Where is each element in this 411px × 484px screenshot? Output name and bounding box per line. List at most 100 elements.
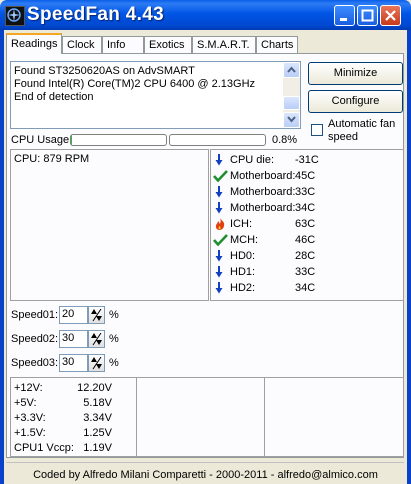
voltage-row: +5V: 5.18V (14, 397, 134, 412)
speed02-spinner[interactable] (88, 330, 105, 348)
temperature-row: Motherboard: 45C (213, 168, 393, 184)
tab-smart[interactable]: S.M.A.R.T. (192, 36, 256, 53)
temperature-row: Motherboard: 33C (213, 184, 393, 200)
status-bar: Coded by Alfredo Milani Comparetti - 200… (33, 469, 378, 481)
cpu-usage-fill (71, 135, 72, 145)
speed03-input[interactable]: 30 (59, 354, 88, 372)
speed02-input[interactable]: 30 (59, 330, 88, 348)
voltage-row: +12V: 12.20V (14, 382, 134, 397)
voltage-value: 1.19V (83, 442, 112, 454)
speed03-unit: % (109, 357, 119, 369)
maximize-icon (361, 9, 374, 22)
temperature-name: ICH: (230, 218, 252, 230)
arrow-down-icon (213, 185, 229, 199)
voltage-value: 5.18V (83, 397, 112, 409)
speed02-unit: % (109, 333, 119, 345)
temperature-value: 34C (295, 202, 316, 214)
window-minimize-button[interactable] (334, 5, 355, 26)
voltage-name: +1.5V: (14, 427, 46, 439)
voltage-value: 1.25V (83, 427, 112, 439)
scroll-up-button[interactable] (283, 62, 300, 78)
fan-reading: CPU: 879 RPM (14, 153, 90, 165)
temperature-name: Motherboard: (230, 186, 296, 198)
log-line: Found ST3250620AS on AdvSMART (14, 65, 195, 77)
log-line: Found Intel(R) Core(TM)2 CPU 6400 @ 2.13… (14, 78, 256, 90)
log-scrollbar[interactable] (283, 62, 300, 128)
spinner-arrows-icon (91, 332, 102, 346)
checkmark-icon (213, 233, 229, 247)
temperature-value: 45C (295, 170, 316, 182)
speed01-input[interactable]: 20 (59, 306, 88, 324)
window-frame-left (0, 30, 4, 484)
tab-charts[interactable]: Charts (256, 36, 298, 53)
spinner-arrows-icon (91, 308, 102, 322)
chevron-up-icon (287, 66, 296, 73)
temperature-value: 33C (295, 186, 316, 198)
arrow-down-icon (213, 265, 229, 279)
scroll-down-button[interactable] (283, 112, 300, 128)
tab-exotics[interactable]: Exotics (144, 36, 192, 53)
temperature-name: HD0: (230, 250, 256, 262)
minimize-button[interactable]: Minimize (308, 62, 403, 85)
temperature-value: 63C (295, 218, 316, 230)
temperature-row: HD0: 28C (213, 248, 393, 264)
temperature-value: 46C (295, 234, 316, 246)
speed01-spinner[interactable] (88, 306, 105, 324)
cpu-usage-meter-2 (169, 134, 266, 146)
voltage-value: 3.34V (83, 412, 112, 424)
speed03-label: Speed03: (11, 357, 59, 369)
automatic-fan-speed-checkbox[interactable] (311, 124, 323, 136)
temperature-name: MCH: (230, 234, 259, 246)
temperature-name: HD1: (230, 266, 256, 278)
voltage-row: +1.5V: 1.25V (14, 427, 134, 442)
temperature-row: HD2: 34C (213, 280, 393, 296)
detection-log[interactable]: Found ST3250620AS on AdvSMART Found Inte… (10, 61, 301, 129)
spinner-arrows-icon (91, 356, 102, 370)
voltage-column-divider (136, 378, 137, 456)
configure-button[interactable]: Configure (308, 90, 403, 113)
window-close-button[interactable] (380, 5, 401, 26)
speed03-spinner[interactable] (88, 354, 105, 372)
temperature-name: Motherboard: (230, 170, 296, 182)
tab-readings[interactable]: Readings (6, 33, 62, 54)
temperature-value: 34C (295, 282, 316, 294)
temperature-row: Motherboard: 34C (213, 200, 393, 216)
close-icon (385, 10, 396, 21)
temperature-row: HD1: 33C (213, 264, 393, 280)
tab-info[interactable]: Info (102, 36, 144, 53)
speed01-unit: % (109, 309, 119, 321)
checkmark-icon (213, 169, 229, 183)
arrow-down-icon (213, 281, 229, 295)
temperature-name: HD2: (230, 282, 256, 294)
temperature-value: 33C (295, 266, 316, 278)
scroll-thumb[interactable] (283, 96, 300, 110)
speed01-label: Speed01: (11, 309, 59, 321)
automatic-fan-speed-label: Automatic fan speed (328, 118, 396, 143)
temperature-row: ICH: 63C (213, 216, 393, 232)
temperature-name: CPU die: (230, 154, 275, 166)
temperature-row: CPU die: -31C (213, 152, 393, 168)
window-title: SpeedFan 4.43 (27, 4, 164, 25)
voltage-name: +12V: (14, 382, 43, 394)
status-separator (6, 462, 404, 463)
arrow-down-icon (213, 201, 229, 215)
voltage-name: CPU1 Vccp: (14, 442, 74, 454)
window-maximize-button[interactable] (357, 5, 378, 26)
arrow-down-icon (213, 153, 229, 167)
cpu-usage-value: 0.8% (272, 134, 298, 146)
tab-clock[interactable]: Clock (62, 36, 102, 53)
arrow-down-icon (213, 249, 229, 263)
flame-icon (213, 217, 229, 231)
fans-panel (10, 149, 209, 301)
voltage-column-divider (264, 378, 265, 456)
chevron-down-icon (287, 116, 296, 123)
temperature-value: 28C (295, 250, 316, 262)
cpu-usage-meter-1 (70, 134, 167, 146)
voltage-row: +3.3V: 3.34V (14, 412, 134, 427)
voltage-name: +3.3V: (14, 412, 46, 424)
window-frame-right (407, 30, 411, 484)
voltage-row: CPU1 Vccp: 1.19V (14, 442, 134, 457)
speedfan-app-icon[interactable] (5, 6, 25, 26)
voltage-value: 12.20V (77, 382, 112, 394)
voltage-name: +5V: (14, 397, 37, 409)
